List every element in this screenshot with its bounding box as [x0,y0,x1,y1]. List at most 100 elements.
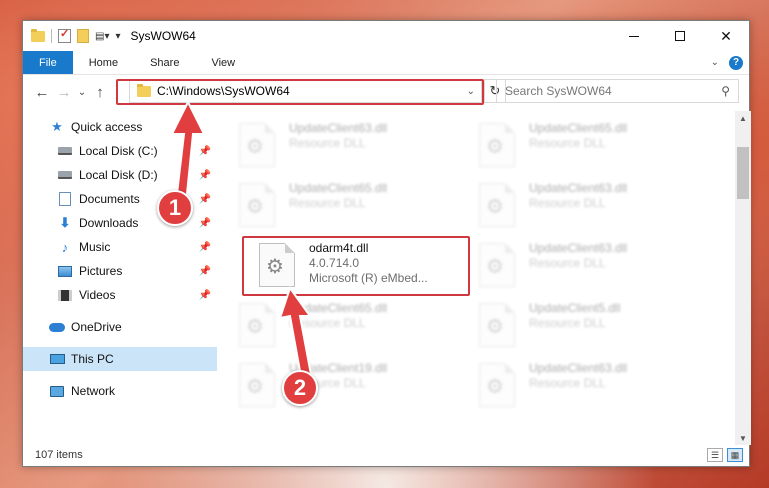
file-type: Resource DLL [529,316,606,330]
file-type: Resource DLL [289,136,366,150]
scroll-thumb[interactable] [737,147,749,199]
expand-ribbon-icon[interactable]: ⌄ [711,57,719,68]
back-arrow-icon[interactable]: ← [31,84,53,101]
file-tile[interactable]: ⚙ UpdateClient63.dll Resource DLL [469,241,699,297]
ribbon-tabs: File Home Share View ⌄ ? [23,51,749,75]
scroll-up-icon[interactable]: ▲ [735,111,751,125]
disk-icon [57,144,73,158]
arrow-shape [278,286,314,384]
forward-arrow-icon[interactable]: → [53,84,75,101]
videos-icon [57,288,73,302]
dll-file-icon: ⚙ [239,123,275,167]
file-tile[interactable]: ⚙ UpdateClient63.dll Resource DLL [229,121,459,177]
status-bar: 107 items ☰ ▦ [23,444,749,466]
computer-icon [49,352,65,366]
dll-file-icon: ⚙ [479,363,515,407]
maximize-button[interactable] [657,21,703,51]
pin-icon[interactable]: 📌 [199,218,211,229]
file-tile[interactable]: ⚙ UpdateClient65.dll Resource DLL [469,121,699,177]
sidebar-item-label: Music [79,240,111,254]
dll-file-icon: ⚙ [239,303,275,347]
dll-file-icon: ⚙ [479,243,515,287]
close-button[interactable]: ✕ [703,21,749,51]
file-name: UpdateClient63.dll [529,361,628,375]
close-icon: ✕ [720,27,732,44]
search-input[interactable]: Search SysWOW64 ⚲ [496,79,739,103]
tab-file[interactable]: File [23,51,73,74]
documents-icon [57,192,73,206]
vertical-scrollbar[interactable]: ▲ ▼ [735,111,751,445]
file-name: UpdateClient63.dll [529,241,628,255]
sidebar-item-label: Local Disk (D:) [79,168,158,182]
pin-icon[interactable]: 📌 [199,242,211,253]
file-name: UpdateClient63.dll [529,181,628,195]
star-icon: ★ [51,119,63,134]
file-tile[interactable]: ⚙ UpdateClient65.dll Resource DLL [229,301,459,357]
sidebar-item-music[interactable]: ♪ Music 📌 [23,235,217,259]
sidebar-item-network[interactable]: Network [23,379,217,403]
music-icon: ♪ [61,239,69,255]
sidebar-item-label: Videos [79,288,116,302]
minimize-button[interactable] [611,21,657,51]
search-icon: ⚲ [721,84,730,98]
view-switcher: ☰ ▦ [707,448,743,462]
tiles-view-icon[interactable]: ▦ [727,448,743,462]
toolbar-dropdown-icon[interactable]: ▾ [115,31,120,42]
properties-icon[interactable] [58,27,71,43]
step-1-badge: 1 [157,190,193,226]
sidebar-item-videos[interactable]: Videos 📌 [23,283,217,307]
file-name: UpdateClient65.dll [289,181,388,195]
file-name: UpdateClient65.dll [529,121,628,135]
network-icon [49,384,65,398]
explorer-window: ▤▾ ▾ SysWOW64 ✕ File Home Share View ⌄ ?… [22,20,751,467]
pin-icon[interactable]: 📌 [199,290,211,301]
downloads-icon: ⬇ [59,215,71,230]
file-type: Resource DLL [529,376,606,390]
window-title: SysWOW64 [130,29,196,43]
file-tile[interactable]: ⚙ UpdateClient65.dll Resource DLL [229,181,459,237]
toolbar-separator [51,29,52,43]
sidebar-item-onedrive[interactable]: OneDrive [23,315,217,339]
dll-file-icon: ⚙ [479,123,515,167]
file-tile[interactable]: ⚙ UpdateClient5.dll Resource DLL [469,301,699,357]
up-arrow-icon[interactable]: ↑ [89,84,111,101]
scroll-down-icon[interactable]: ▼ [735,431,751,445]
dll-file-icon: ⚙ [239,363,275,407]
file-type: Resource DLL [529,196,606,210]
window-controls: ✕ [611,21,749,51]
file-tile[interactable]: ⚙ UpdateClient63.dll Resource DLL [469,181,699,237]
sidebar-item-pictures[interactable]: Pictures 📌 [23,259,217,283]
customize-toolbar-icon[interactable]: ▤▾ [95,31,109,42]
tab-home[interactable]: Home [73,51,134,74]
file-type: Resource DLL [289,196,366,210]
file-type: Resource DLL [529,136,606,150]
sidebar-item-label: Network [71,384,116,398]
minimize-icon [629,35,639,37]
tab-view[interactable]: View [195,51,251,74]
quick-access-toolbar: ▤▾ ▾ [31,27,121,43]
step-2-badge: 2 [282,370,318,406]
sidebar-item-this-pc[interactable]: This PC [23,347,217,371]
new-folder-icon[interactable] [77,29,89,43]
file-tile[interactable]: ⚙ UpdateClient63.dll Resource DLL [469,361,699,417]
sidebar-item-label: Pictures [79,264,123,278]
sidebar-item-label: OneDrive [71,320,122,334]
dll-file-icon: ⚙ [479,183,515,227]
file-type: Resource DLL [529,256,606,270]
sidebar-item-label: Quick access [71,120,143,134]
cloud-icon [49,320,65,334]
file-tile[interactable]: ⚙ UpdateClient19.dll Resource DLL [229,361,459,417]
title-bar: ▤▾ ▾ SysWOW64 ✕ [23,21,749,51]
maximize-icon [675,31,685,41]
pin-icon[interactable]: 📌 [199,266,211,277]
search-placeholder: Search SysWOW64 [505,84,612,98]
recent-locations-icon[interactable]: ⌄ [75,87,89,98]
help-icon[interactable]: ? [729,55,743,70]
ribbon-right: ⌄ ? [711,51,749,74]
sidebar-item-label: Local Disk (C:) [79,144,158,158]
dll-file-icon: ⚙ [239,183,275,227]
sidebar-item-label: Documents [79,192,140,206]
details-view-icon[interactable]: ☰ [707,448,723,462]
tab-share[interactable]: Share [134,51,195,74]
arrow-shape [170,100,206,206]
